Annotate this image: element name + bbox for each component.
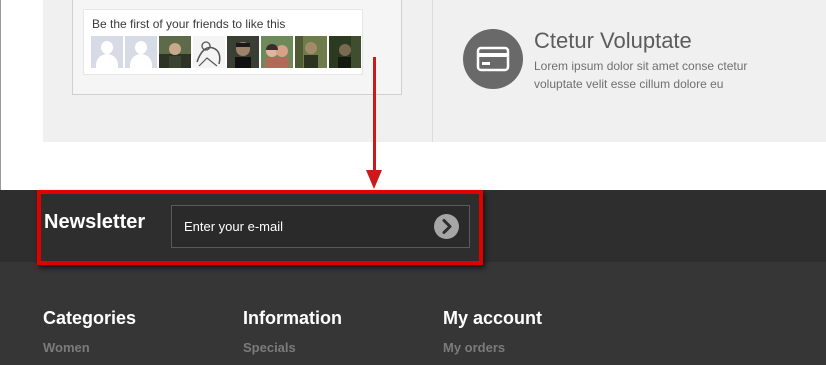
like-prompt: Be the first of your friends to like thi… — [92, 17, 286, 31]
annotation-arrow-line — [373, 57, 376, 179]
friend-avatar-2[interactable] — [125, 36, 157, 68]
facebook-like-panel: Be the first of your friends to like thi… — [83, 9, 363, 75]
footer-title-information: Information — [243, 308, 342, 328]
facebook-like-box: Be the first of your friends to like thi… — [72, 0, 402, 95]
footer-column-my-account: My account My orders — [443, 308, 542, 355]
footer-link-my-orders[interactable]: My orders — [443, 340, 542, 355]
annotation-arrow-head — [366, 170, 382, 189]
top-content-area: Be the first of your friends to like thi… — [0, 0, 826, 190]
column-divider — [432, 0, 433, 142]
footer-title-my-account: My account — [443, 308, 543, 328]
friend-avatar-7[interactable] — [295, 36, 327, 68]
friend-avatar-6[interactable] — [261, 36, 293, 68]
footer-column-information: Information Specials — [243, 308, 342, 355]
friend-avatar-1[interactable] — [91, 36, 123, 68]
footer-title-categories: Categories — [43, 308, 137, 328]
footer-link-women[interactable]: Women — [43, 340, 136, 355]
friend-avatar-5[interactable] — [227, 36, 259, 68]
friend-faces — [91, 36, 363, 68]
footer-link-specials[interactable]: Specials — [243, 340, 342, 355]
page-edge-divider — [0, 0, 1, 190]
feature-description: Lorem ipsum dolor sit amet conse ctetur … — [534, 59, 748, 91]
friend-avatar-3[interactable] — [159, 36, 191, 68]
highlight-annotation-box — [37, 190, 483, 265]
friend-avatar-8[interactable] — [329, 36, 361, 68]
footer-column-categories: Categories Women — [43, 308, 136, 355]
credit-card-icon — [463, 29, 523, 89]
friend-avatar-4[interactable] — [193, 36, 225, 68]
feature-title: Ctetur Voluptate — [534, 28, 692, 53]
